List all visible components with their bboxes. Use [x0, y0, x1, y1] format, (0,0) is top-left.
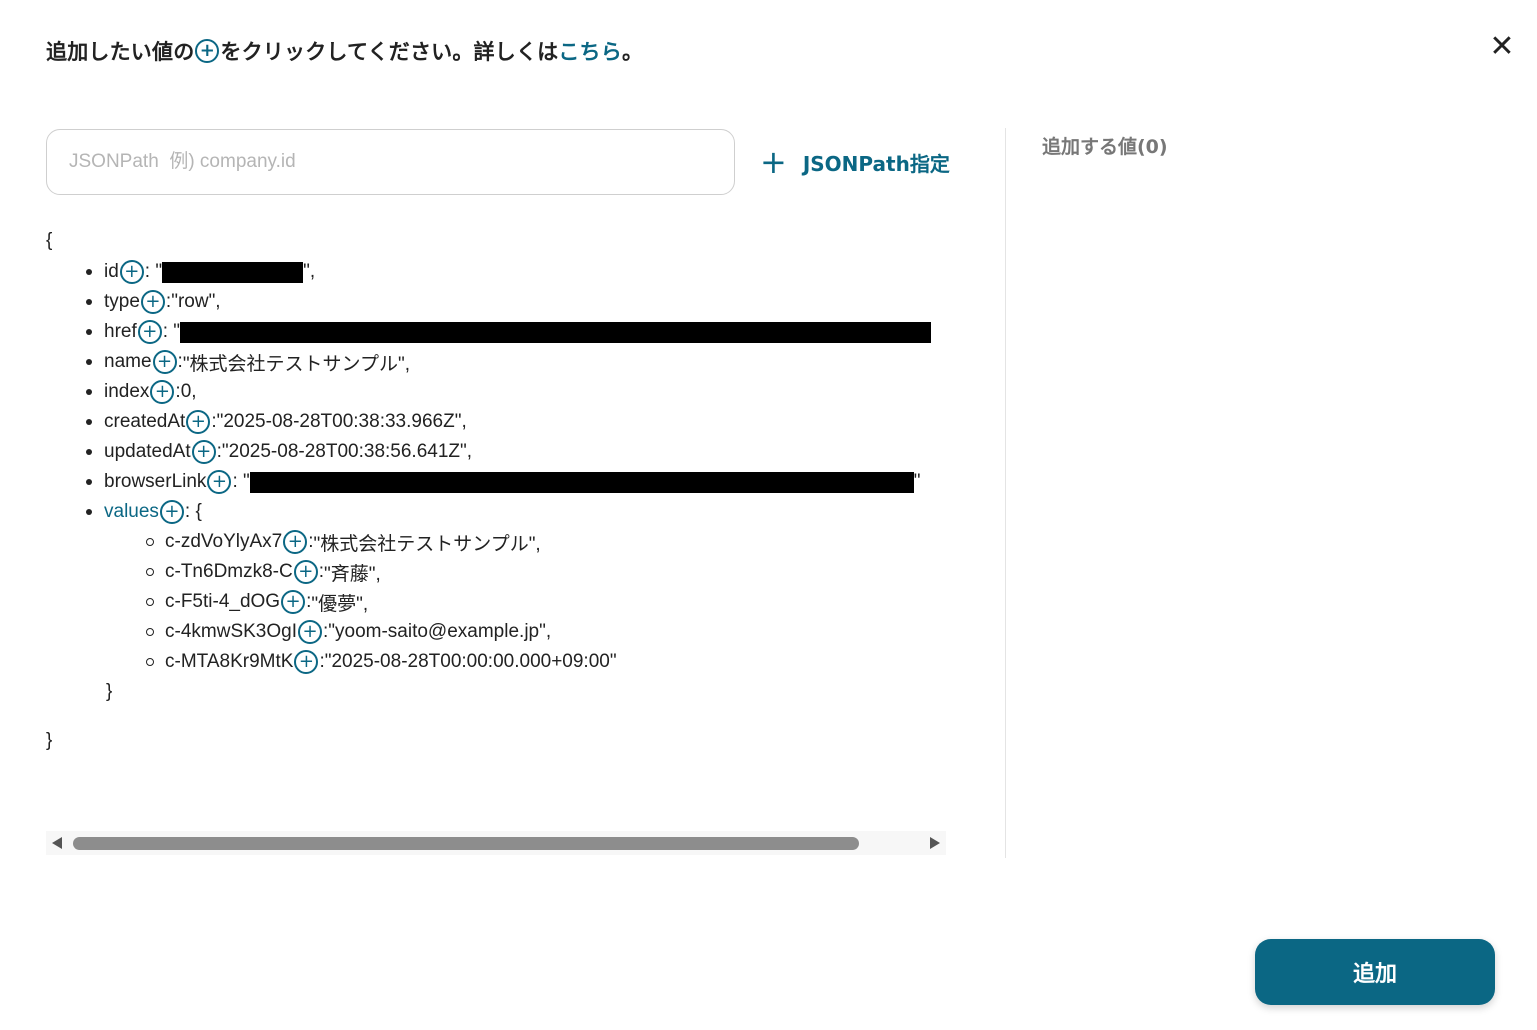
add-value-icon[interactable]: + [159, 500, 184, 524]
redacted-value [249, 471, 914, 493]
tree-key: href [104, 321, 137, 342]
add-value-icon[interactable]: + [152, 350, 177, 374]
add-value-icon[interactable]: + [293, 560, 318, 584]
tree-value: 0, [180, 381, 197, 402]
horizontal-scrollbar[interactable] [46, 831, 946, 855]
instruction-text-end: 。 [621, 40, 644, 64]
add-value-icon[interactable]: + [150, 380, 175, 404]
bullet [146, 538, 154, 546]
close-button[interactable]: ✕ [1484, 28, 1520, 64]
selected-values-title: 追加する値(0) [1042, 136, 1168, 158]
nested-value: "優夢", [311, 593, 369, 615]
tree-value: "row", [171, 291, 221, 312]
tree-sep: : " [144, 261, 163, 282]
tree-row: index + : 0, [86, 377, 197, 407]
panel-divider [1005, 128, 1006, 858]
bullet [86, 389, 92, 395]
instruction-text-before: 追加したい値の [46, 40, 195, 64]
jsonpath-add-button[interactable]: + JSONPath指定 [760, 144, 950, 180]
tree-key: createdAt [104, 411, 186, 432]
scrollbar-thumb[interactable] [73, 837, 859, 850]
add-value-icon[interactable]: + [191, 440, 216, 464]
tree-key: type [104, 291, 140, 312]
add-value-icon[interactable]: + [207, 470, 232, 494]
bullet [146, 658, 154, 666]
plus-icon: + [760, 143, 787, 181]
bullet [86, 269, 92, 275]
instruction-text: 追加したい値の + をクリックしてください。詳しくは こちら 。 [46, 36, 643, 66]
tree-row: createdAt + : "2025-08-28T00:38:33.966Z"… [86, 407, 467, 437]
tree-suffix: " [913, 471, 921, 492]
values-close-brace: } [106, 681, 113, 702]
tree-row: browserLink + : " " [86, 467, 921, 497]
tree-value: "2025-08-28T00:38:33.966Z", [216, 411, 467, 432]
open-brace: { [46, 230, 53, 251]
nested-row: c-F5ti-4_dOG + : "優夢", [146, 587, 368, 617]
tree-sep: : " [162, 321, 181, 342]
bullet [86, 419, 92, 425]
nested-value: "2025-08-28T00:00:00.000+09:00" [324, 651, 617, 672]
add-value-icon[interactable]: + [294, 650, 319, 674]
add-value-icon[interactable]: + [140, 290, 165, 314]
bullet [86, 449, 92, 455]
add-value-icon[interactable]: + [119, 260, 144, 284]
nested-row: c-4kmwSK3OgI + : "yoom-saito@example.jp"… [146, 617, 551, 647]
redacted-value [180, 321, 932, 343]
nested-value: "株式会社テストサンプル", [313, 533, 541, 555]
scroll-right-icon[interactable] [930, 837, 940, 849]
bullet [86, 359, 92, 365]
plus-circle-icon: + [195, 39, 220, 63]
nested-row: c-zdVoYlyAx7 + : "株式会社テストサンプル", [146, 527, 541, 557]
nested-key: c-Tn6Dmzk8-C [165, 561, 293, 582]
scroll-left-icon[interactable] [52, 837, 62, 849]
instruction-text-after: をクリックしてください。詳しくは [220, 40, 559, 64]
tree-row-values: values + : { [86, 497, 202, 527]
nested-key: c-MTA8Kr9MtK [165, 651, 294, 672]
nested-key: c-4kmwSK3OgI [165, 621, 297, 642]
bullet [86, 299, 92, 305]
add-submit-button[interactable]: 追加 [1255, 939, 1495, 1005]
nested-value: "斉藤", [324, 563, 381, 585]
nested-value: "yoom-saito@example.jp", [328, 621, 552, 642]
add-value-icon[interactable]: + [137, 320, 162, 344]
nested-key: c-F5ti-4_dOG [165, 591, 281, 612]
tree-row: href + : " [86, 317, 932, 347]
bullet [146, 598, 154, 606]
tree-value: "2025-08-28T00:38:56.641Z", [221, 441, 473, 462]
tree-suffix: ", [303, 261, 316, 282]
nested-row: c-MTA8Kr9MtK + : "2025-08-28T00:00:00.00… [146, 647, 617, 677]
json-tree: { id + : " ", type + : "row", href + : "… [46, 230, 946, 830]
tree-key: id [104, 261, 119, 282]
nested-row: c-Tn6Dmzk8-C + : "斉藤", [146, 557, 381, 587]
tree-key: name [104, 351, 152, 372]
tree-key: updatedAt [104, 441, 191, 462]
bullet [86, 479, 92, 485]
bullet [86, 509, 92, 515]
tree-row: updatedAt + : "2025-08-28T00:38:56.641Z"… [86, 437, 472, 467]
add-value-icon[interactable]: + [297, 620, 322, 644]
jsonpath-input[interactable] [46, 129, 735, 195]
close-icon: ✕ [1489, 28, 1515, 64]
tree-key: browserLink [104, 471, 207, 492]
add-value-icon[interactable]: + [281, 590, 306, 614]
values-key-link[interactable]: values [104, 501, 159, 523]
tree-key: index [104, 381, 150, 402]
tree-sep: : " [232, 471, 250, 492]
tree-row: id + : " ", [86, 257, 315, 287]
redacted-value [162, 261, 304, 283]
bullet [146, 568, 154, 576]
bullet [86, 329, 92, 335]
add-value-icon[interactable]: + [186, 410, 211, 434]
help-link[interactable]: こちら [558, 36, 622, 66]
tree-row: type + : "row", [86, 287, 221, 317]
tree-sep: : { [184, 501, 202, 522]
close-brace: } [46, 730, 53, 751]
nested-key: c-zdVoYlyAx7 [165, 531, 283, 552]
tree-row: name + : "株式会社テストサンプル", [86, 347, 410, 377]
add-value-icon[interactable]: + [283, 530, 308, 554]
jsonpath-add-label: JSONPath指定 [802, 151, 950, 176]
tree-value: "株式会社テストサンプル", [182, 353, 411, 375]
bullet [146, 628, 154, 636]
